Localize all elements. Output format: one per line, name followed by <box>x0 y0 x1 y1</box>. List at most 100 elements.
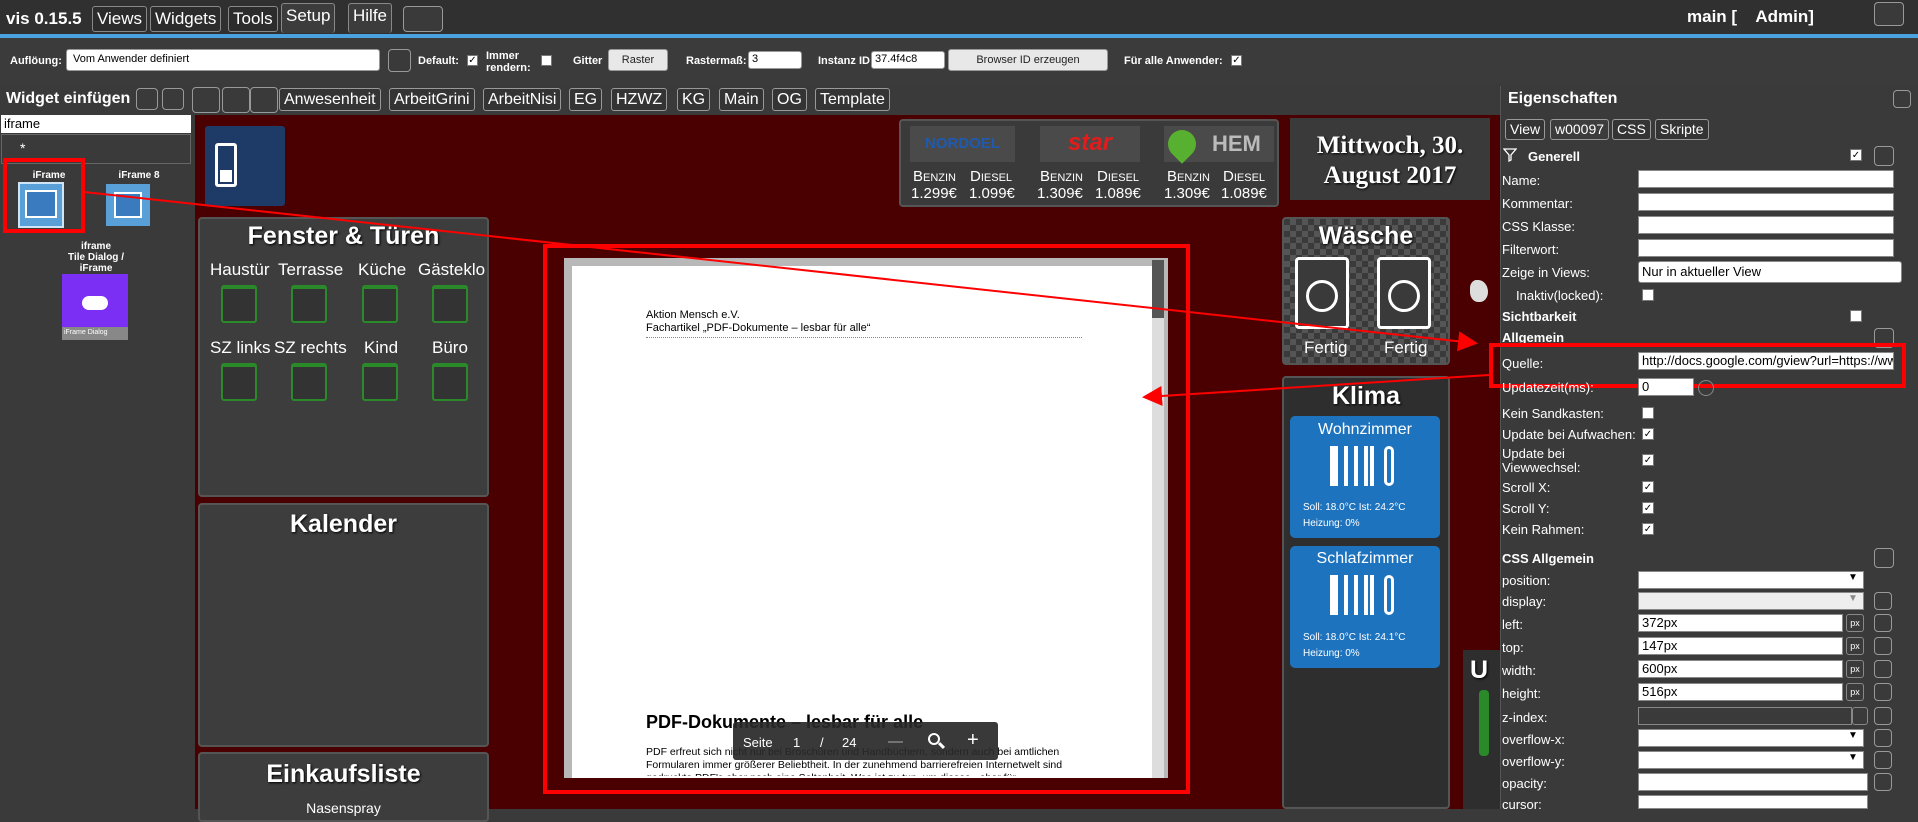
update-time-input[interactable]: 0 <box>1638 378 1694 396</box>
tab-anwesenheit[interactable]: Anwesenheit <box>279 88 381 111</box>
css-overflow-y-extra-button[interactable] <box>1874 751 1892 769</box>
tab-css[interactable]: CSS <box>1612 119 1651 140</box>
css-top-input[interactable]: 147px <box>1638 637 1843 655</box>
sensor-terrasse[interactable] <box>291 285 327 323</box>
resolution-select[interactable]: Vom Anwender definiert <box>66 49 380 71</box>
filter-icon[interactable] <box>1502 148 1518 163</box>
css-class-input[interactable] <box>1638 216 1894 234</box>
all-users-label: Für alle Anwender: <box>1124 55 1223 67</box>
css-height-unit-button[interactable]: px <box>1846 683 1864 701</box>
display-extra-button[interactable] <box>1874 592 1892 610</box>
update-wake-checkbox[interactable]: ✓ <box>1642 428 1654 440</box>
css-zindex-extra-button[interactable] <box>1874 707 1892 725</box>
css-width-unit-button[interactable]: px <box>1846 660 1864 678</box>
css-position-select[interactable] <box>1638 571 1864 589</box>
tab-arbeitnisi[interactable]: ArbeitNisi <box>483 88 562 111</box>
tab-template[interactable]: Template <box>815 88 890 111</box>
menu-hilfe[interactable]: Hilfe <box>348 3 393 33</box>
resolution-edit-button[interactable] <box>388 49 411 72</box>
menu-widgets[interactable]: Widgets <box>150 6 222 32</box>
menu-extra-button[interactable] <box>403 6 443 32</box>
all-users-checkbox[interactable]: ✓ <box>1231 55 1242 66</box>
comment-input[interactable] <box>1638 193 1894 211</box>
sensor-kueche[interactable] <box>362 285 398 323</box>
name-input[interactable] <box>1638 170 1894 188</box>
css-opacity-input[interactable] <box>1638 773 1868 791</box>
menu-views[interactable]: Views <box>92 6 148 32</box>
zoom-in-button[interactable]: + <box>967 729 979 752</box>
sensor-sz-rechts[interactable] <box>291 363 327 401</box>
css-height-input[interactable]: 516px <box>1638 683 1843 701</box>
show-in-views-select[interactable]: Nur in aktueller View <box>1638 261 1902 283</box>
update-viewchange-checkbox[interactable]: ✓ <box>1642 454 1654 466</box>
cloud-icon[interactable]: iFrame Dialog <box>62 274 128 340</box>
css-top-extra-button[interactable] <box>1874 637 1892 655</box>
instance-input[interactable]: 37.4f4c8 <box>871 51 945 69</box>
battery-widget[interactable] <box>205 126 285 206</box>
css-cursor-input[interactable] <box>1638 795 1868 809</box>
tab-main[interactable]: Main <box>719 88 764 111</box>
widget-tool-button-1[interactable] <box>136 88 158 110</box>
css-opacity-extra-button[interactable] <box>1874 773 1892 791</box>
update-time-slider-handle[interactable] <box>1698 380 1714 396</box>
css-overflow-x-select[interactable] <box>1638 729 1864 747</box>
inactive-checkbox[interactable] <box>1642 289 1654 301</box>
tab-hzwz[interactable]: HZWZ <box>611 88 668 111</box>
window-toggle-button[interactable] <box>1874 2 1904 26</box>
view-tool-button-1[interactable] <box>192 87 220 113</box>
grid-size-input[interactable]: 3 <box>748 51 802 69</box>
default-checkbox[interactable]: ✓ <box>467 55 478 66</box>
tab-og[interactable]: OG <box>772 88 807 111</box>
general-checkbox[interactable]: ✓ <box>1850 149 1862 161</box>
sensor-gaesteklo[interactable] <box>432 285 468 323</box>
document-scrollbar[interactable] <box>1152 260 1164 778</box>
widget-tool-button-2[interactable] <box>162 88 184 110</box>
calendar-widget[interactable] <box>198 503 489 747</box>
tab-view[interactable]: View <box>1505 119 1546 140</box>
tab-widget[interactable]: w00097 <box>1550 119 1610 140</box>
css-overflow-y-select[interactable] <box>1638 751 1864 769</box>
css-width-label: width: <box>1502 663 1536 678</box>
sensor-sz-links[interactable] <box>221 363 257 401</box>
iframe8-widget-icon[interactable] <box>106 184 150 226</box>
general-collapse-button[interactable] <box>1874 146 1894 166</box>
css-width-extra-button[interactable] <box>1874 660 1892 678</box>
viewer-page-input[interactable]: 1 <box>793 735 800 750</box>
zoom-out-button[interactable]: — <box>888 733 903 750</box>
tab-arbeitgrini[interactable]: ArbeitGrini <box>389 88 475 111</box>
tab-kg[interactable]: KG <box>677 88 711 111</box>
css-height-extra-button[interactable] <box>1874 683 1892 701</box>
menu-setup[interactable]: Setup <box>281 3 336 33</box>
filter-word-input[interactable] <box>1638 239 1894 257</box>
view-tool-button-3[interactable] <box>250 87 278 113</box>
no-border-checkbox[interactable]: ✓ <box>1642 523 1654 535</box>
css-width-input[interactable]: 600px <box>1638 660 1843 678</box>
tab-eg[interactable]: EG <box>569 88 603 111</box>
browser-id-button[interactable]: Browser ID erzeugen <box>948 49 1108 71</box>
css-left-extra-button[interactable] <box>1874 614 1892 632</box>
css-display-select[interactable] <box>1638 592 1864 610</box>
tab-skripte[interactable]: Skripte <box>1655 119 1709 140</box>
always-render-checkbox[interactable] <box>541 55 552 66</box>
no-sandbox-checkbox[interactable] <box>1642 407 1654 419</box>
view-tool-button-2[interactable] <box>222 87 250 113</box>
scroll-y-checkbox[interactable]: ✓ <box>1642 502 1654 514</box>
css-left-input[interactable]: 372px <box>1638 614 1843 632</box>
visibility-checkbox[interactable] <box>1850 310 1862 322</box>
css-top-unit-button[interactable]: px <box>1846 637 1864 655</box>
css-general-collapse-button[interactable] <box>1874 548 1894 568</box>
menu-tools[interactable]: Tools <box>228 6 278 32</box>
sensor-kind[interactable] <box>362 363 398 401</box>
properties-toggle-button[interactable] <box>1893 90 1911 108</box>
sensor-buero[interactable] <box>432 363 468 401</box>
scroll-x-checkbox[interactable]: ✓ <box>1642 481 1654 493</box>
zoom-icon[interactable] <box>928 733 946 750</box>
grid-select[interactable]: Raster <box>608 49 668 71</box>
css-overflow-x-extra-button[interactable] <box>1874 729 1892 747</box>
widget-filter-input[interactable]: iframe <box>1 115 191 133</box>
sensor-haustuer[interactable] <box>221 285 257 323</box>
css-zindex-input[interactable] <box>1638 707 1852 725</box>
css-zindex-spinner[interactable] <box>1852 707 1868 725</box>
date-line1: Mittwoch, 30. <box>1316 132 1464 159</box>
css-left-unit-button[interactable]: px <box>1846 614 1864 632</box>
